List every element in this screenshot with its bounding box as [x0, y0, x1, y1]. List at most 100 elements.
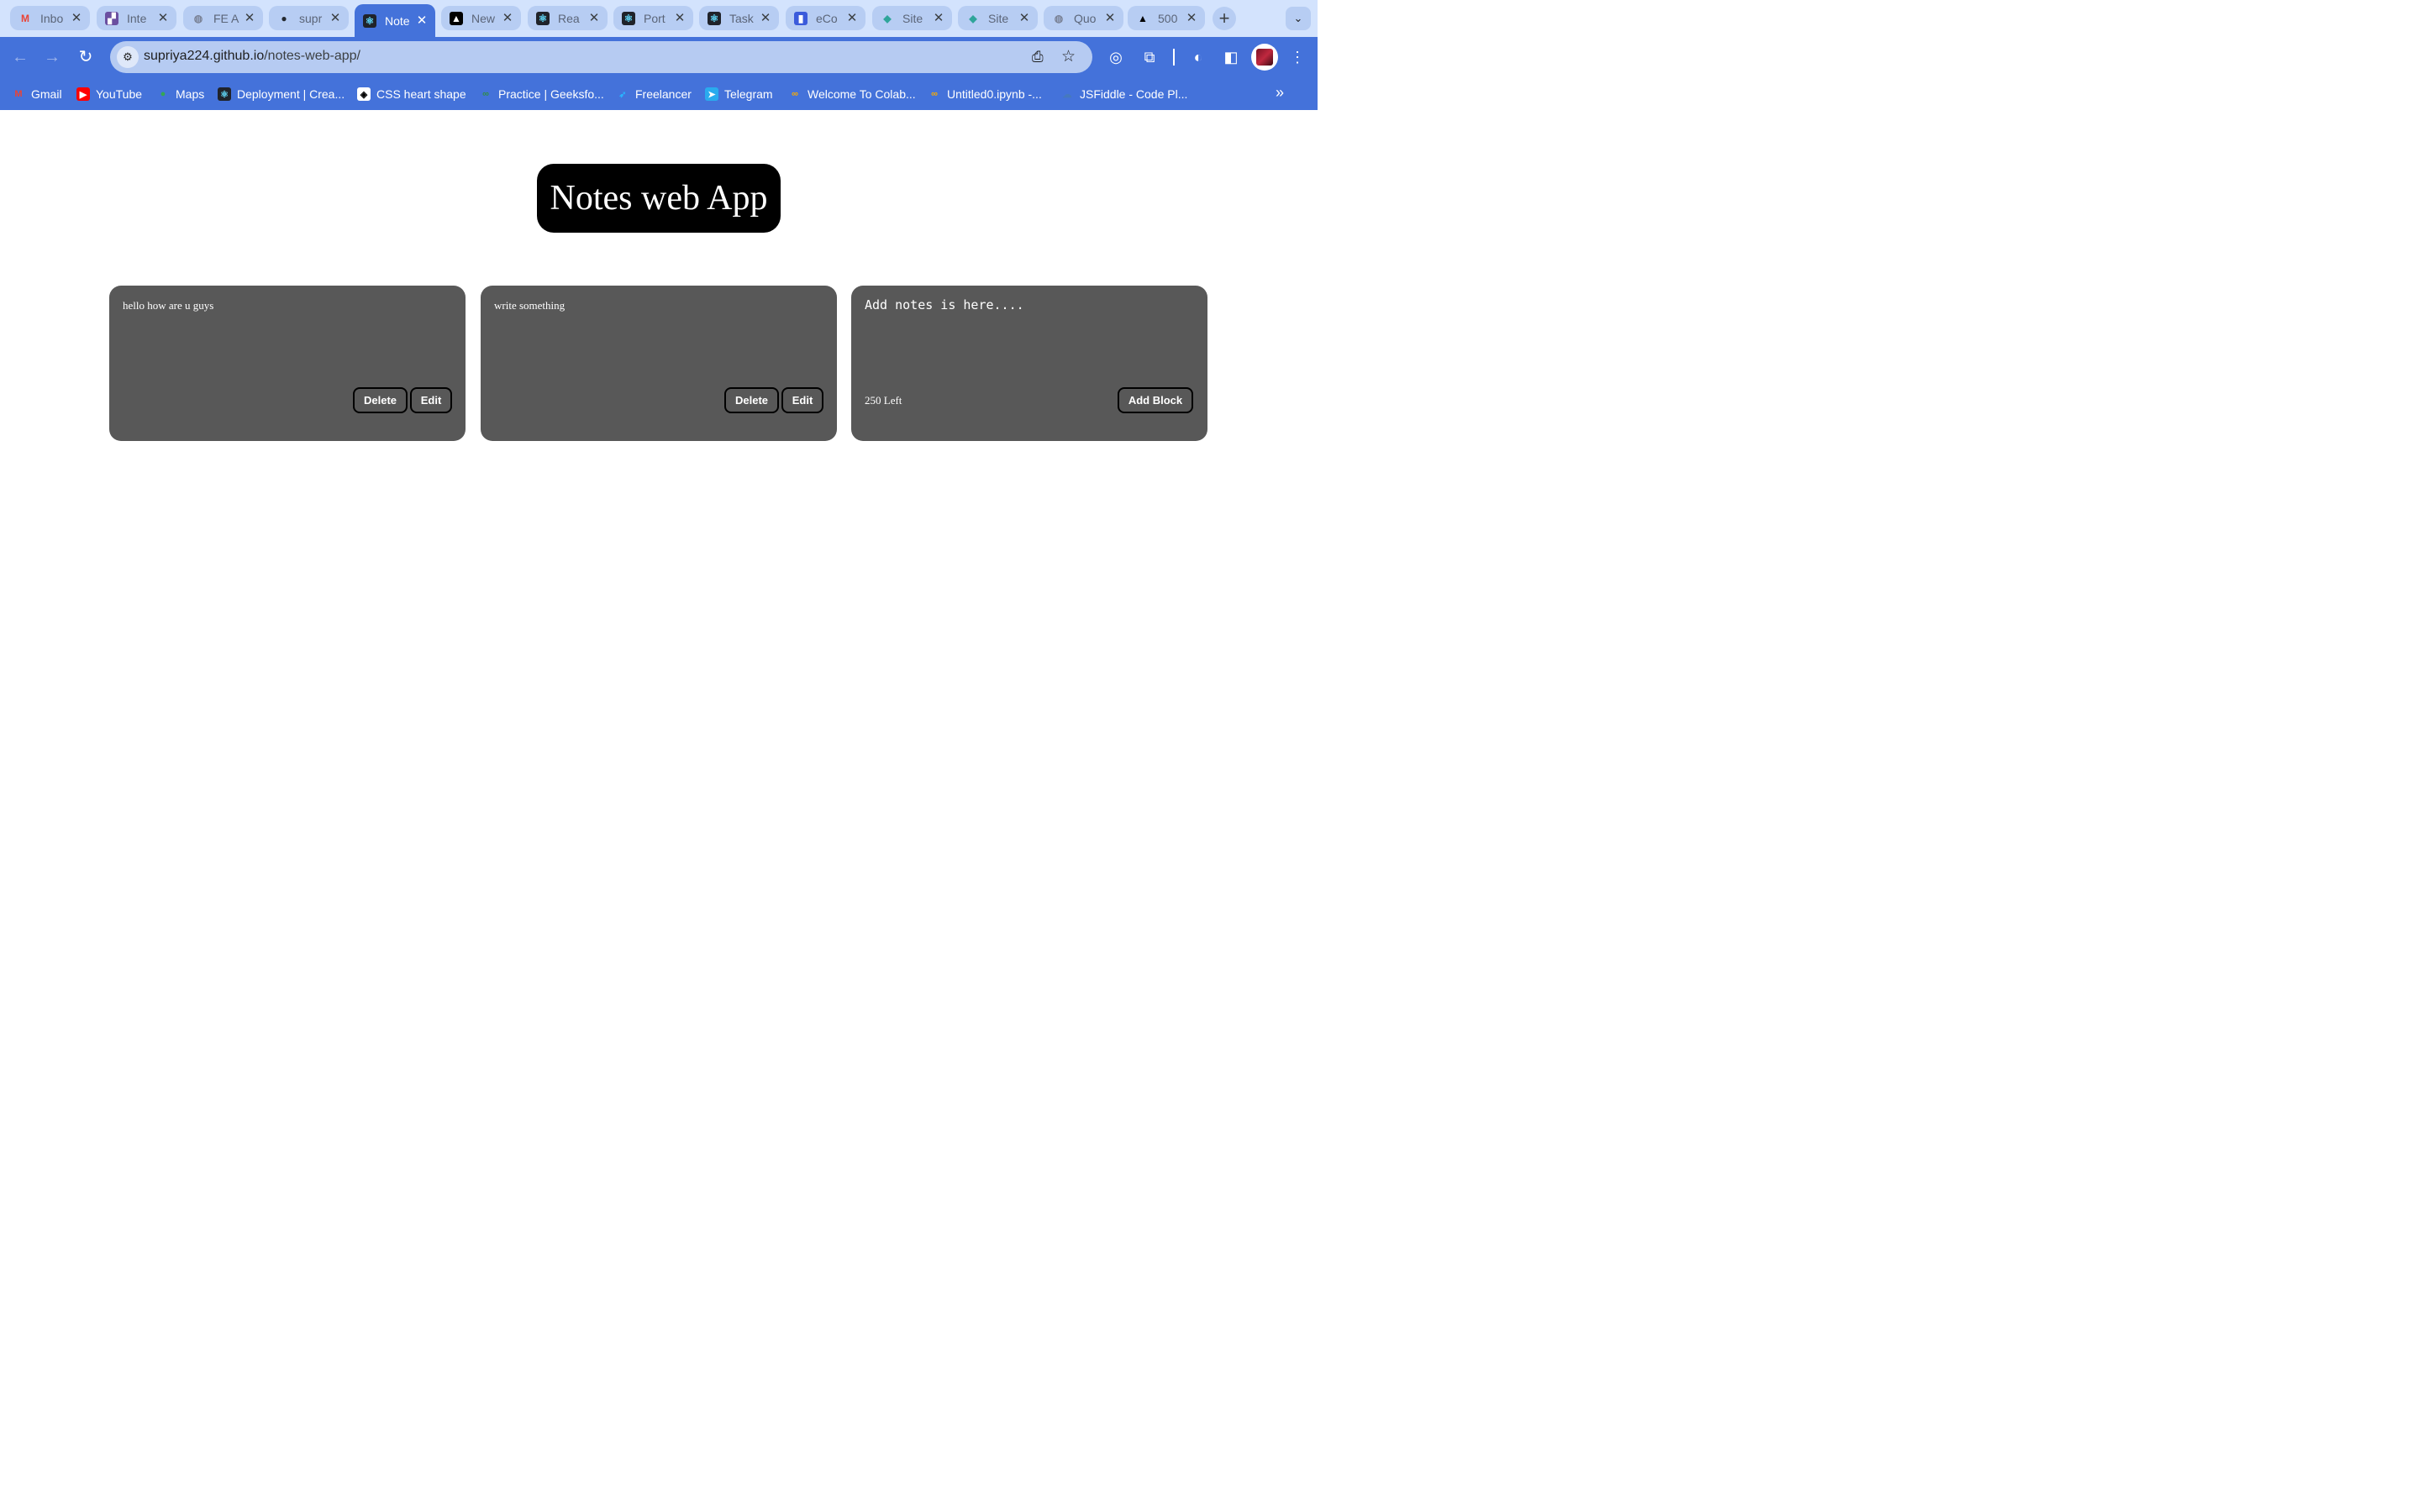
- new-note-card: 250 Left Add Block: [851, 286, 1207, 441]
- close-tab-icon[interactable]: ✕: [1018, 11, 1031, 25]
- browser-tab[interactable]: ◍ Quo ✕: [1044, 6, 1123, 30]
- browser-toolbar: ← → ↻ ⚙ supriya224.github.io/notes-web-a…: [0, 37, 1318, 77]
- close-tab-icon[interactable]: ✕: [587, 11, 601, 25]
- bookmark-item[interactable]: ◈ CSS heart shape: [357, 86, 466, 102]
- bookmark-item[interactable]: ➤ Telegram: [705, 86, 773, 102]
- delete-note-button[interactable]: Delete: [724, 387, 779, 413]
- tab-search-button[interactable]: ⌄: [1286, 7, 1311, 30]
- new-note-textarea[interactable]: [865, 297, 1192, 373]
- bookmark-item[interactable]: ➶ Freelancer: [616, 86, 692, 102]
- toolbar-divider: [1173, 49, 1175, 66]
- tab-title: Note: [385, 13, 410, 28]
- reload-icon: ↻: [78, 48, 93, 66]
- bookmark-label: Gmail: [31, 87, 62, 101]
- react-icon: ⚛: [218, 87, 231, 101]
- tab-title: New: [471, 11, 496, 25]
- note-card: write something Delete Edit: [481, 286, 837, 441]
- bookmark-label: Welcome To Colab...: [808, 87, 916, 101]
- browser-tab[interactable]: M Inbo ✕: [10, 6, 90, 30]
- react-icon: ⚛: [708, 11, 721, 25]
- bookmark-item[interactable]: ▶ YouTube: [76, 86, 142, 102]
- install-app-icon[interactable]: ⎙: [1032, 49, 1044, 66]
- colab-icon: ∞: [792, 89, 798, 99]
- bookmark-label: Deployment | Crea...: [237, 87, 345, 101]
- close-tab-icon[interactable]: ✕: [415, 13, 429, 28]
- browser-tab[interactable]: ◆ Site ✕: [872, 6, 952, 30]
- close-tab-icon[interactable]: ✕: [1103, 11, 1117, 25]
- browser-tab[interactable]: ▲ 500 ✕: [1128, 6, 1205, 30]
- forward-button[interactable]: →: [42, 47, 62, 67]
- bookmark-item[interactable]: ∞ Welcome To Colab...: [788, 86, 916, 102]
- github-icon: ●: [281, 12, 287, 24]
- bookmark-item[interactable]: M Gmail: [12, 86, 62, 102]
- performance-icon[interactable]: ◐: [1188, 47, 1208, 67]
- browser-tab[interactable]: ⚛ Rea ✕: [528, 6, 608, 30]
- browser-tab[interactable]: ▲ New ✕: [441, 6, 521, 30]
- bookmark-label: Maps: [176, 87, 205, 101]
- browser-tab[interactable]: ● supr ✕: [269, 6, 349, 30]
- browser-tab[interactable]: ⚛ Task ✕: [699, 6, 779, 30]
- close-tab-icon[interactable]: ✕: [845, 11, 859, 25]
- close-tab-icon[interactable]: ✕: [501, 11, 514, 25]
- close-tab-icon[interactable]: ✕: [1185, 11, 1198, 25]
- browser-tab[interactable]: ◍ FE A ✕: [183, 6, 263, 30]
- edit-note-button[interactable]: Edit: [781, 387, 823, 413]
- site-info-icon[interactable]: ⚙: [117, 46, 139, 68]
- browser-menu-icon[interactable]: ⋮: [1287, 47, 1307, 67]
- edit-note-button[interactable]: Edit: [410, 387, 452, 413]
- reload-button[interactable]: ↻: [76, 47, 96, 67]
- browser-tab[interactable]: ▮ eCo ✕: [786, 6, 865, 30]
- delete-note-button[interactable]: Delete: [353, 387, 408, 413]
- tab-title: Site: [988, 11, 1009, 25]
- arrow-left-icon: ←: [12, 48, 29, 66]
- diamond-icon: ◆: [969, 12, 977, 24]
- browser-tab[interactable]: ▞ Inte ✕: [97, 6, 176, 30]
- close-tab-icon[interactable]: ✕: [329, 11, 342, 25]
- bookmark-item[interactable]: ∞ Untitled0.ipynb -...: [928, 86, 1042, 102]
- close-tab-icon[interactable]: ✕: [673, 11, 687, 25]
- codepen-icon: ◈: [357, 87, 371, 101]
- browser-tab[interactable]: ◆ Site ✕: [958, 6, 1038, 30]
- note-text: write something: [494, 299, 566, 312]
- characters-left-counter: 250 Left: [865, 394, 902, 407]
- arrow-right-icon: →: [44, 48, 60, 66]
- close-tab-icon[interactable]: ✕: [243, 11, 256, 25]
- vercel-icon: ▲: [450, 11, 463, 25]
- diamond-icon: ◆: [883, 12, 892, 24]
- address-url[interactable]: supriya224.github.io/notes-web-app/: [144, 49, 360, 64]
- tab-title: Inte: [127, 11, 147, 25]
- project-icon: ▞: [105, 11, 118, 25]
- tracking-icon[interactable]: ◎: [1106, 47, 1126, 67]
- bookmark-label: YouTube: [96, 87, 143, 101]
- browser-tab[interactable]: ⚛ Port ✕: [613, 6, 693, 30]
- bookmark-star-icon[interactable]: ☆: [1061, 47, 1076, 66]
- bookmarks-bar: M Gmail ▶ YouTube ● Maps ⚛ Deployment | Crea...…: [0, 77, 1318, 110]
- bookmark-item[interactable]: ∞ Practice | Geeksfo...: [479, 86, 604, 102]
- gmail-icon: M: [14, 89, 23, 99]
- tab-title: FE A: [213, 11, 239, 25]
- close-tab-icon[interactable]: ✕: [70, 11, 83, 25]
- extensions-icon[interactable]: ⧉: [1139, 47, 1160, 67]
- browser-tab[interactable]: ⚛ Note ✕: [355, 4, 435, 37]
- tab-title: Task: [729, 11, 754, 25]
- bookmark-label: CSS heart shape: [376, 87, 466, 101]
- close-tab-icon[interactable]: ✕: [932, 11, 945, 25]
- telegram-icon: ➤: [705, 87, 718, 101]
- bookmark-item[interactable]: ● Maps: [156, 86, 205, 102]
- bookmark-item[interactable]: ⚛ Deployment | Crea...: [218, 86, 345, 102]
- bookmarks-overflow-icon[interactable]: »: [1276, 84, 1284, 102]
- add-block-button[interactable]: Add Block: [1118, 387, 1193, 413]
- tab-title: Quo: [1074, 11, 1097, 25]
- tab-title: eCo: [816, 11, 838, 25]
- tab-title: Port: [644, 11, 666, 25]
- close-tab-icon[interactable]: ✕: [156, 11, 170, 25]
- new-tab-button[interactable]: +: [1213, 7, 1236, 30]
- bookmark-item[interactable]: ☁ JSFiddle - Code Pl...: [1060, 86, 1188, 102]
- close-tab-icon[interactable]: ✕: [759, 11, 772, 25]
- back-button[interactable]: ←: [10, 47, 30, 67]
- profile-avatar[interactable]: [1251, 44, 1278, 71]
- side-panel-icon[interactable]: ◧: [1221, 47, 1241, 67]
- page-content: Notes web App hello how are u guys Delet…: [0, 110, 1318, 823]
- tab-title: 500: [1158, 11, 1178, 25]
- address-bar[interactable]: ⚙ supriya224.github.io/notes-web-app/ ⎙ …: [110, 41, 1092, 73]
